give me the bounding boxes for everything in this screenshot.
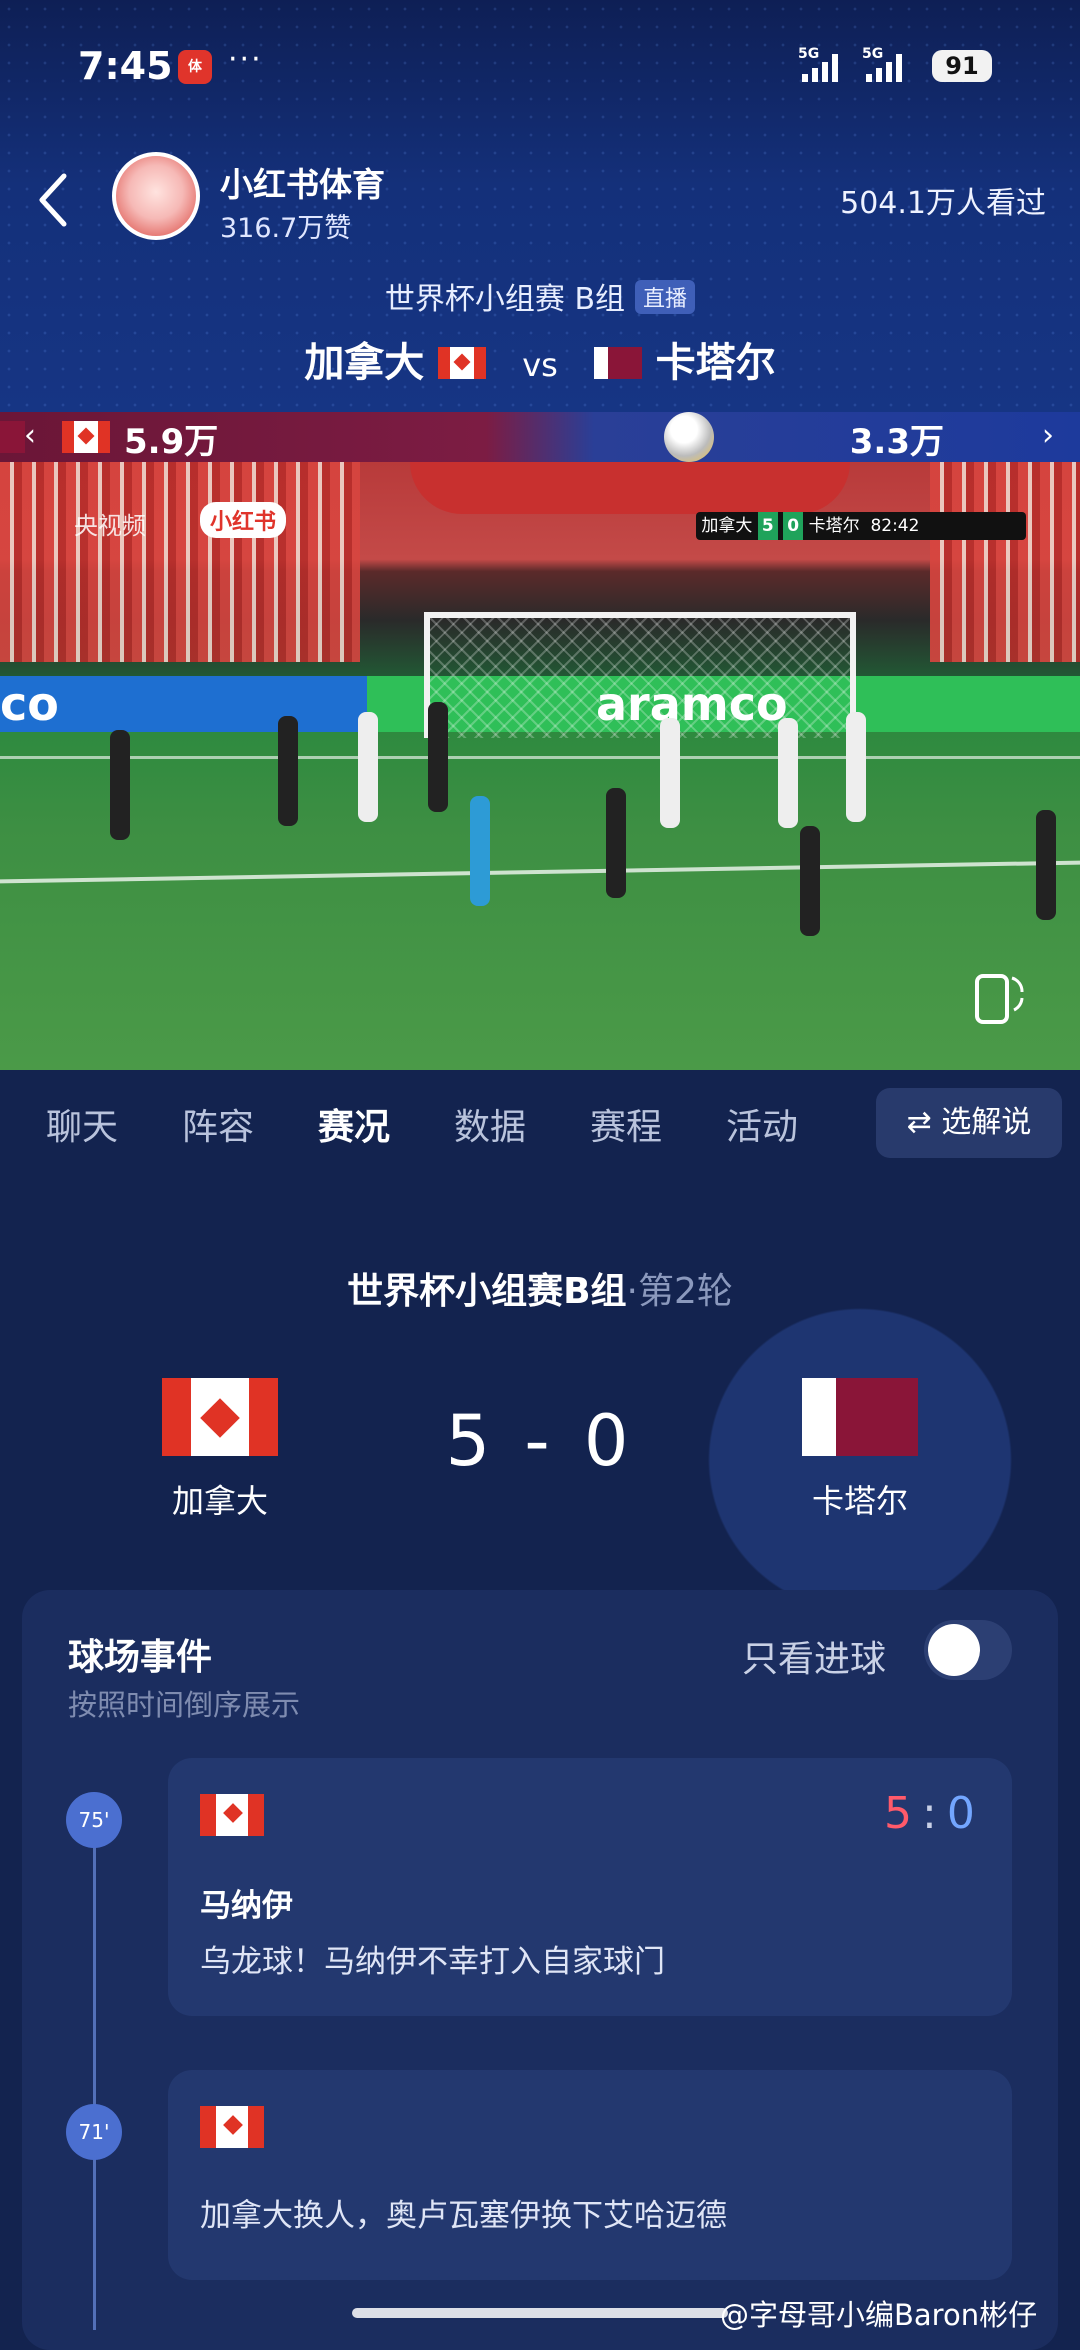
match-subtitle: 世界杯小组赛 B组 直播 bbox=[0, 274, 1080, 318]
away-team-label[interactable]: 卡塔尔 bbox=[740, 1476, 980, 1522]
player-figure bbox=[428, 702, 448, 812]
player-figure bbox=[606, 788, 626, 898]
crowd-stand-right bbox=[930, 462, 1080, 662]
battery-indicator: 91 bbox=[932, 50, 992, 82]
round-title: 世界杯小组赛B组·第2轮 bbox=[0, 1262, 1080, 1314]
event-score-separator: : bbox=[922, 1788, 937, 1839]
pitch-line bbox=[0, 756, 1080, 759]
tab-activity[interactable]: 活动 bbox=[726, 1098, 798, 1150]
rotate-screen-icon[interactable] bbox=[974, 970, 1026, 1026]
canada-flag-icon bbox=[62, 421, 110, 453]
tab-match-status[interactable]: 赛况 bbox=[318, 1098, 390, 1150]
signal-icon-2: 5G bbox=[862, 46, 902, 82]
event-minute: 71' bbox=[66, 2104, 122, 2160]
video-scorebug: 加拿大 5 0 卡塔尔 82:42 bbox=[696, 512, 1026, 540]
events-subtitle: 按照时间倒序展示 bbox=[68, 1688, 301, 1722]
live-video-player[interactable]: co aramco 央视频 小红书 加拿大 5 0 卡塔尔 82:42 bbox=[0, 462, 1080, 1070]
event-timeline bbox=[93, 1810, 96, 2330]
competition-name: 世界杯小组赛B组 bbox=[347, 1271, 627, 1312]
scorebug-clock: 82:42 bbox=[870, 516, 920, 536]
scorebug-away-score: 0 bbox=[783, 512, 804, 540]
home-team-label[interactable]: 加拿大 bbox=[100, 1476, 340, 1522]
app-watermark: 小红书 bbox=[200, 502, 287, 538]
event-minute: 75' bbox=[66, 1792, 122, 1848]
event-card[interactable] bbox=[168, 2070, 1012, 2280]
channel-avatar[interactable] bbox=[112, 152, 200, 240]
away-support-count: 3.3万 bbox=[849, 422, 944, 462]
scorebug-away: 卡塔尔 bbox=[808, 516, 860, 536]
round-label: ·第2轮 bbox=[626, 1271, 733, 1312]
player-figure bbox=[1036, 810, 1056, 920]
event-score-home: 5 bbox=[884, 1788, 912, 1839]
tab-chat[interactable]: 聊天 bbox=[46, 1098, 118, 1150]
scorebug-home: 加拿大 bbox=[701, 516, 753, 536]
away-team-name: 卡塔尔 bbox=[655, 340, 776, 386]
home-team-name: 加拿大 bbox=[304, 340, 425, 386]
channel-likes: 316.7万赞 bbox=[220, 213, 352, 244]
signal-icon-1: 5G bbox=[798, 46, 838, 82]
event-score-away: 0 bbox=[946, 1788, 975, 1839]
pitch-line bbox=[0, 860, 1080, 884]
tab-lineup[interactable]: 阵容 bbox=[182, 1098, 254, 1150]
chevron-left-icon[interactable]: ‹ bbox=[24, 418, 36, 453]
ad-board-text-left: co bbox=[0, 677, 59, 731]
broadcaster-watermark: 央视频 bbox=[74, 512, 146, 540]
qatar-flag-icon bbox=[0, 421, 26, 453]
back-arrow-icon[interactable] bbox=[34, 170, 74, 230]
event-score: 5:0 bbox=[884, 1788, 975, 1839]
player-figure bbox=[846, 712, 866, 822]
tab-data[interactable]: 数据 bbox=[454, 1098, 526, 1150]
player-figure bbox=[278, 716, 298, 826]
player-figure bbox=[358, 712, 378, 822]
status-time: 7:45 bbox=[78, 44, 173, 88]
live-badge: 直播 bbox=[635, 280, 696, 314]
referee-figure bbox=[470, 796, 490, 906]
weibo-watermark: @字母哥小编Baron彬仔 bbox=[720, 2298, 1038, 2332]
channel-name[interactable]: 小红书体育 bbox=[220, 158, 385, 206]
player-figure bbox=[110, 730, 130, 840]
notification-app-icon: 体 bbox=[178, 50, 212, 84]
home-indicator[interactable] bbox=[352, 2308, 728, 2318]
event-description: 加拿大换人，奥卢瓦塞伊换下艾哈迈德 bbox=[200, 2198, 727, 2234]
canada-flag-icon bbox=[200, 2106, 264, 2148]
home-support-count: 5.9万 bbox=[124, 422, 219, 462]
network-label-2: 5G bbox=[862, 46, 883, 62]
toggle-knob[interactable] bbox=[928, 1624, 980, 1676]
event-description: 乌龙球！马纳伊不幸打入自家球门 bbox=[200, 1944, 665, 1980]
match-score: 5 - 0 bbox=[445, 1400, 635, 1482]
network-label-1: 5G bbox=[798, 46, 819, 62]
crowd-stand-left bbox=[0, 462, 360, 662]
competition-label: 世界杯小组赛 B组 bbox=[384, 282, 626, 317]
stadium-banner bbox=[410, 462, 850, 514]
event-player: 马纳伊 bbox=[200, 1888, 293, 1924]
scorebug-home-score: 5 bbox=[757, 512, 778, 540]
select-commentary-button[interactable]: ⇄ 选解说 bbox=[876, 1088, 1062, 1158]
events-title: 球场事件 bbox=[68, 1637, 213, 1678]
chevron-right-icon[interactable]: › bbox=[1042, 418, 1054, 453]
viewer-count: 504.1万人看过 bbox=[840, 186, 1046, 221]
vs-label: vs bbox=[522, 346, 558, 384]
qatar-flag-icon bbox=[593, 347, 642, 379]
more-notifications-icon: ··· bbox=[228, 42, 263, 77]
teams-row: 加拿大 vs 卡塔尔 bbox=[0, 330, 1080, 388]
player-figure bbox=[660, 718, 680, 828]
canada-flag-icon bbox=[438, 347, 487, 379]
player-figure bbox=[800, 826, 820, 936]
tab-schedule[interactable]: 赛程 bbox=[590, 1098, 662, 1150]
canada-flag-icon bbox=[200, 1794, 264, 1836]
goals-only-label: 只看进球 bbox=[742, 1639, 887, 1680]
football-icon bbox=[664, 412, 714, 462]
player-figure bbox=[778, 718, 798, 828]
